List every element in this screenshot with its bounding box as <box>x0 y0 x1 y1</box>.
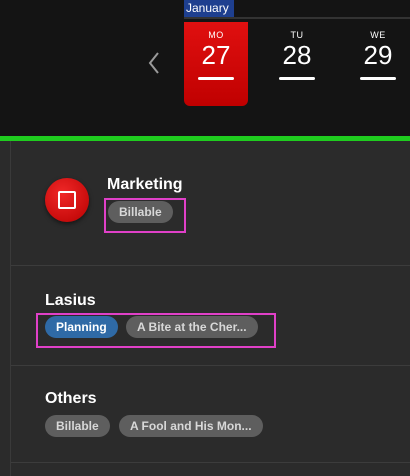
project-name: Marketing <box>107 176 183 193</box>
day-indicator <box>279 77 315 80</box>
highlight-box <box>104 198 186 233</box>
day-indicator <box>198 77 234 80</box>
project-row-others[interactable]: Others Billable A Fool and His Mon... <box>11 366 410 463</box>
day-of-week: TU <box>290 30 304 40</box>
day-number: 29 <box>363 40 393 70</box>
day-number: 28 <box>282 40 312 70</box>
highlight-box <box>36 313 276 348</box>
tag-chip[interactable]: A Fool and His Mon... <box>119 415 263 437</box>
day-of-week: MO <box>208 30 224 40</box>
tag-chip[interactable]: Billable <box>45 415 110 437</box>
day-tuesday[interactable]: TU 28 <box>265 22 329 106</box>
project-name: Lasius <box>45 292 96 309</box>
project-row-marketing[interactable]: Marketing Billable <box>11 141 410 266</box>
day-wednesday[interactable]: WE 29 <box>346 22 410 106</box>
header-divider <box>184 17 410 19</box>
day-of-week: WE <box>370 30 386 40</box>
calendar-header: January MO 27 TU 28 WE 29 <box>0 0 410 136</box>
day-monday[interactable]: MO 27 <box>184 22 248 106</box>
project-name: Others <box>45 390 97 407</box>
chevron-left-icon[interactable] <box>146 50 162 76</box>
day-indicator <box>360 77 396 80</box>
month-label: January <box>184 0 234 17</box>
stop-icon[interactable] <box>45 178 89 222</box>
day-number: 27 <box>201 40 231 70</box>
